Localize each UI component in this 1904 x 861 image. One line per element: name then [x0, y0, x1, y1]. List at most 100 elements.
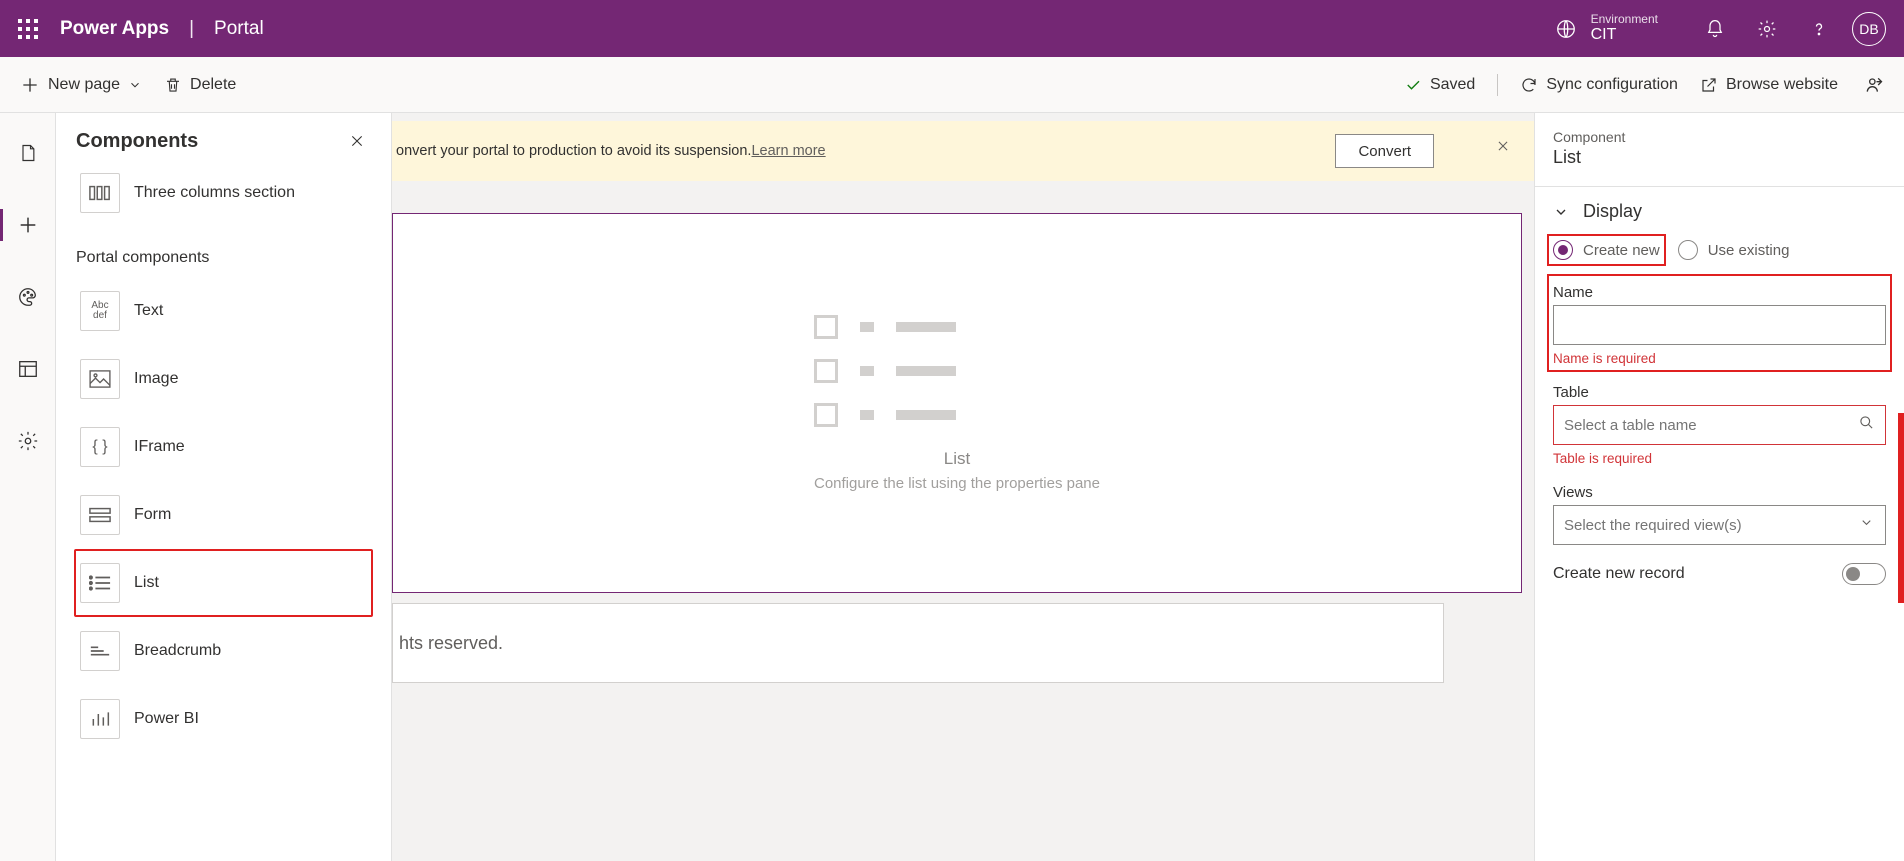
views-field-group: Views: [1553, 484, 1886, 545]
trial-banner: onvert your portal to production to avoi…: [392, 121, 1534, 181]
component-label: Power BI: [134, 710, 199, 728]
banner-text: onvert your portal to production to avoi…: [396, 143, 751, 159]
app-subtitle: Portal: [214, 18, 264, 40]
banner-learn-more-link[interactable]: Learn more: [751, 143, 825, 159]
gear-icon: [1757, 19, 1777, 39]
globe-icon: [1555, 18, 1577, 40]
rail-templates-button[interactable]: [6, 347, 50, 391]
new-page-button[interactable]: New page: [20, 75, 142, 95]
notifications-button[interactable]: [1696, 10, 1734, 48]
table-error: Table is required: [1553, 451, 1886, 466]
component-label: Component: [1553, 129, 1886, 145]
create-or-existing-radio-group: Create new Use existing: [1553, 240, 1886, 260]
rail-pages-button[interactable]: [6, 131, 50, 175]
chevron-down-icon: [128, 78, 142, 92]
close-icon: [1496, 139, 1510, 153]
display-section-header[interactable]: Display: [1553, 201, 1886, 222]
rail-components-button[interactable]: [6, 203, 50, 247]
three-columns-icon: [80, 173, 120, 213]
saved-indicator: Saved: [1404, 76, 1475, 94]
create-new-radio[interactable]: Create new: [1553, 240, 1660, 260]
share-button[interactable]: [1864, 75, 1884, 95]
powerbi-icon: [80, 699, 120, 739]
saved-label: Saved: [1430, 76, 1475, 94]
component-text[interactable]: Abcdef Text: [74, 277, 373, 345]
convert-button[interactable]: Convert: [1335, 134, 1434, 168]
create-record-toggle[interactable]: [1842, 563, 1886, 585]
rail-settings-button[interactable]: [6, 419, 50, 463]
create-record-label: Create new record: [1553, 565, 1685, 583]
canvas-footer-section[interactable]: hts reserved.: [392, 603, 1444, 683]
component-three-columns-section[interactable]: Three columns section: [74, 165, 373, 227]
app-launcher-icon[interactable]: [10, 11, 46, 47]
search-icon: [1859, 415, 1874, 435]
help-button[interactable]: [1800, 10, 1838, 48]
palette-icon: [17, 286, 39, 308]
name-input[interactable]: [1553, 305, 1886, 345]
canvas-list-title: List: [814, 449, 1100, 469]
rail-themes-button[interactable]: [6, 275, 50, 319]
views-label: Views: [1553, 484, 1886, 501]
canvas-list-subtitle: Configure the list using the properties …: [814, 475, 1100, 492]
component-label: Three columns section: [134, 184, 295, 202]
component-label: Image: [134, 370, 178, 388]
open-external-icon: [1700, 76, 1718, 94]
canvas[interactable]: onvert your portal to production to avoi…: [392, 113, 1534, 861]
footer-text: hts reserved.: [399, 633, 503, 654]
question-icon: [1809, 19, 1829, 39]
section-portal-components: Portal components: [76, 249, 373, 267]
list-icon: [80, 563, 120, 603]
trash-icon: [164, 76, 182, 94]
properties-pane: Component List Display Create new Use ex…: [1534, 113, 1904, 861]
environment-name: CIT: [1591, 26, 1658, 44]
banner-close-button[interactable]: [1496, 139, 1510, 157]
component-image[interactable]: Image: [74, 345, 373, 413]
create-new-record-row: Create new record: [1553, 563, 1886, 585]
sync-icon: [1520, 76, 1538, 94]
environment-picker[interactable]: Environment CIT: [1555, 13, 1658, 44]
settings-button[interactable]: [1748, 10, 1786, 48]
display-label: Display: [1583, 201, 1642, 222]
component-form[interactable]: Form: [74, 481, 373, 549]
delete-button[interactable]: Delete: [164, 76, 236, 94]
table-select[interactable]: [1553, 405, 1886, 445]
component-iframe[interactable]: { } IFrame: [74, 413, 373, 481]
component-list[interactable]: List: [74, 549, 373, 617]
app-header: Power Apps | Portal Environment CIT DB: [0, 0, 1904, 57]
app-title: Power Apps: [60, 18, 169, 40]
name-label: Name: [1553, 284, 1886, 301]
user-avatar[interactable]: DB: [1852, 12, 1886, 46]
environment-label: Environment: [1591, 13, 1658, 26]
title-divider: |: [183, 18, 200, 40]
close-panel-button[interactable]: [343, 127, 371, 155]
form-icon: [80, 495, 120, 535]
canvas-list-placeholder[interactable]: List Configure the list using the proper…: [392, 213, 1522, 593]
breadcrumb-icon: [80, 631, 120, 671]
check-icon: [1404, 76, 1422, 94]
views-select[interactable]: [1553, 505, 1886, 545]
sync-configuration-button[interactable]: Sync configuration: [1520, 76, 1678, 94]
component-breadcrumb[interactable]: Breadcrumb: [74, 617, 373, 685]
component-label: IFrame: [134, 438, 185, 456]
table-field-group: Table Table is required: [1553, 384, 1886, 466]
left-rail: [0, 113, 56, 861]
list-ghost-graphic: [814, 315, 1100, 427]
delete-label: Delete: [190, 76, 236, 94]
browse-label: Browse website: [1726, 76, 1838, 94]
new-page-label: New page: [48, 76, 120, 94]
component-label: Breadcrumb: [134, 642, 221, 660]
create-new-label: Create new: [1583, 242, 1660, 259]
browse-website-button[interactable]: Browse website: [1700, 76, 1838, 94]
table-label: Table: [1553, 384, 1886, 401]
component-power-bi[interactable]: Power BI: [74, 685, 373, 753]
component-label: List: [134, 574, 159, 592]
plus-icon: [17, 214, 39, 236]
chevron-down-icon: [1553, 204, 1569, 220]
name-error: Name is required: [1553, 351, 1886, 366]
chevron-down-icon: [1859, 515, 1874, 535]
command-bar: New page Delete Saved Sync configuration…: [0, 57, 1904, 113]
use-existing-radio[interactable]: Use existing: [1678, 240, 1790, 260]
image-icon: [80, 359, 120, 399]
plus-icon: [20, 75, 40, 95]
use-existing-label: Use existing: [1708, 242, 1790, 259]
